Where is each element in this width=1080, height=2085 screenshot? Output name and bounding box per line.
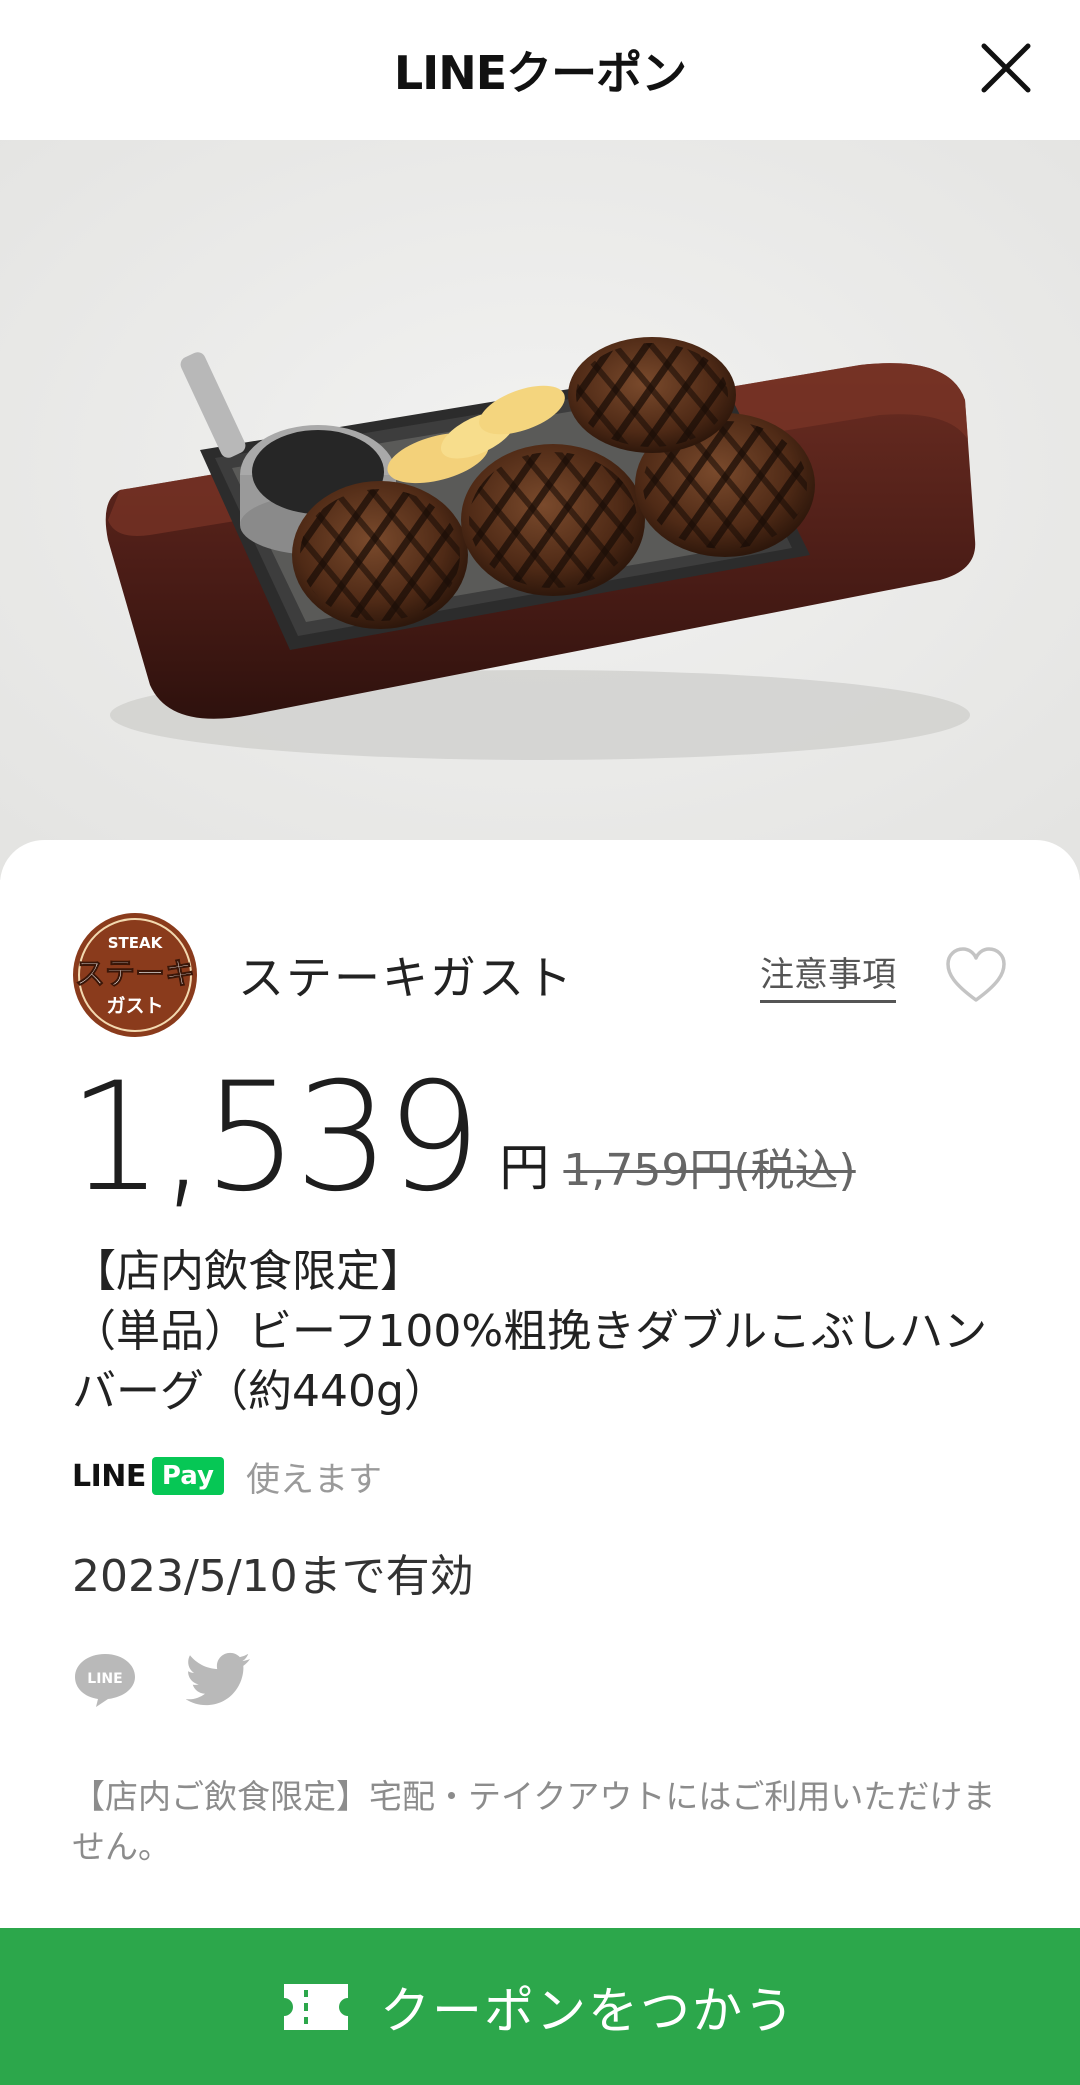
product-image [0, 140, 1080, 880]
twitter-share-icon[interactable] [186, 1652, 252, 1708]
share-row: LINE [72, 1648, 252, 1712]
line-share-icon[interactable]: LINE [72, 1651, 138, 1709]
store-name: ステーキガスト [238, 951, 574, 1005]
logo-text-top: STEAK [108, 934, 164, 952]
logo-text-main: ステーキ [75, 957, 195, 992]
price-value: 1,539 [68, 1051, 481, 1225]
notice-link[interactable]: 注意事項 [760, 947, 896, 1003]
logo-text-bottom: ガスト [106, 995, 163, 1017]
price-unit: 円 [499, 1139, 550, 1197]
price-row: 1,539 円 1,759円(税込) [68, 1051, 856, 1225]
header-title: LINEクーポン [393, 46, 687, 100]
line-pay-logo-pay: Pay [151, 1457, 224, 1495]
use-coupon-button[interactable]: クーポンをつかう [0, 1928, 1080, 2085]
terms-text: 【店内ご飲食限定】宅配・テイクアウトにはご利用いただけません。 [72, 1777, 996, 1866]
use-coupon-label: クーポンをつかう [380, 1981, 796, 2040]
line-pay-logo: LINE Pay [72, 1457, 224, 1495]
original-price: 1,759円(税込) [563, 1145, 856, 1196]
payment-text: 使えます [245, 1459, 382, 1500]
app-header: LINEクーポン [0, 0, 1080, 140]
validity-date: 2023/5/10まで有効 [72, 1551, 474, 1602]
store-logo: STEAK ステーキ ガスト [73, 913, 197, 1037]
coupon-title-line1: 【店内飲食限定】 [72, 1246, 424, 1297]
hamburg-steak-plate-photo [0, 140, 1080, 880]
line-pay-logo-line: LINE [72, 1458, 146, 1494]
payment-row: LINE Pay 使えます [72, 1452, 382, 1500]
close-button[interactable] [976, 38, 1036, 98]
coupon-title-line2: （単品）ビーフ100%粗挽きダブルこぶしハンバーグ（約440g） [72, 1306, 988, 1417]
ticket-icon [284, 1983, 348, 2030]
coupon-card: STEAK ステーキ ガスト ステーキガスト 注意事項 1,539 円 1,75… [0, 840, 1080, 2085]
store-row: STEAK ステーキ ガスト ステーキガスト 注意事項 [72, 912, 1008, 1038]
line-share-icon-text: LINE [87, 1671, 122, 1687]
heart-icon[interactable] [944, 946, 1008, 1004]
coupon-title: 【店内飲食限定】 （単品）ビーフ100%粗挽きダブルこぶしハンバーグ（約440g… [72, 1242, 1012, 1422]
close-icon [981, 43, 1031, 93]
